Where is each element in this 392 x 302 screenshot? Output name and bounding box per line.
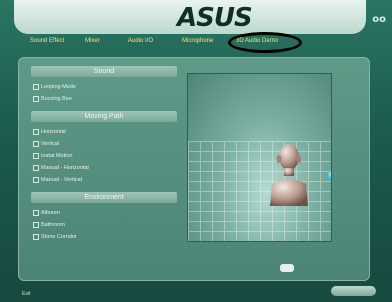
option-stone-corridor[interactable]: Stone Corridor: [33, 231, 177, 243]
checkbox-icon[interactable]: [33, 152, 39, 159]
checkbox-icon[interactable]: [33, 233, 39, 240]
app-window: ASUS oo Sound Effect Mixer Audio I/O Mic…: [0, 0, 392, 302]
section-environment-title: Environment: [31, 192, 177, 203]
listener-head-icon: [270, 144, 308, 206]
tab-sound-effect[interactable]: Sound Effect: [30, 38, 64, 44]
play-button[interactable]: [280, 264, 294, 272]
option-horizontal[interactable]: Horizontal: [33, 126, 177, 138]
footer-exit-label[interactable]: Exit: [22, 291, 30, 297]
checkbox-icon[interactable]: [33, 209, 39, 216]
option-buzzing-bee[interactable]: Buzzing Bee: [33, 93, 177, 105]
option-manual-horizontal[interactable]: Manual - Horizontal: [33, 162, 177, 174]
tab-audio-io[interactable]: Audio I/O: [128, 38, 153, 44]
option-label: Looping Mode: [41, 84, 76, 90]
checkbox-icon[interactable]: [33, 164, 39, 171]
section-sound-title: Sound: [31, 66, 177, 77]
option-alburen[interactable]: Alburen: [33, 207, 177, 219]
option-looping-mode[interactable]: Looping Mode: [33, 81, 177, 93]
option-label: Manual - Horizontal: [41, 165, 89, 171]
3d-audio-view[interactable]: [187, 73, 332, 242]
option-label: Buzzing Bee: [41, 96, 72, 102]
main-panel: Sound Looping Mode Buzzing Bee Moving Pa…: [18, 57, 370, 281]
asus-logo: ASUS: [177, 3, 253, 33]
checkbox-icon[interactable]: [33, 95, 39, 102]
section-moving-path-title: Moving Path: [31, 111, 177, 122]
tab-microphone[interactable]: Microphone: [182, 38, 213, 44]
option-bathroom[interactable]: Bathroom: [33, 219, 177, 231]
checkbox-icon[interactable]: [33, 221, 39, 228]
checkbox-icon[interactable]: [33, 83, 39, 90]
options-column: Sound Looping Mode Buzzing Bee Moving Pa…: [31, 66, 177, 243]
option-iostat-motion[interactable]: Iostat Motion: [33, 150, 177, 162]
option-label: Alburen: [41, 210, 60, 216]
checkbox-icon[interactable]: [33, 140, 39, 147]
option-label: Iostat Motion: [41, 153, 73, 159]
option-label: Vertical: [41, 141, 60, 147]
checkbox-icon[interactable]: [33, 128, 39, 135]
sound-source-ball[interactable]: [328, 170, 331, 181]
checkbox-icon[interactable]: [33, 176, 39, 183]
option-label: Bathroom: [41, 222, 65, 228]
option-label: Manual - Vertical: [41, 177, 82, 183]
window-controls[interactable]: oo: [372, 14, 386, 25]
active-tab-highlight: [228, 32, 302, 53]
tab-mixer[interactable]: Mixer: [85, 38, 100, 44]
footer-action-button[interactable]: [331, 286, 376, 296]
option-vertical[interactable]: Vertical: [33, 138, 177, 150]
option-label: Stone Corridor: [41, 234, 77, 240]
option-manual-vertical[interactable]: Manual - Vertical: [33, 174, 177, 186]
header-bar: ASUS: [14, 0, 366, 34]
option-label: Horizontal: [41, 129, 66, 135]
